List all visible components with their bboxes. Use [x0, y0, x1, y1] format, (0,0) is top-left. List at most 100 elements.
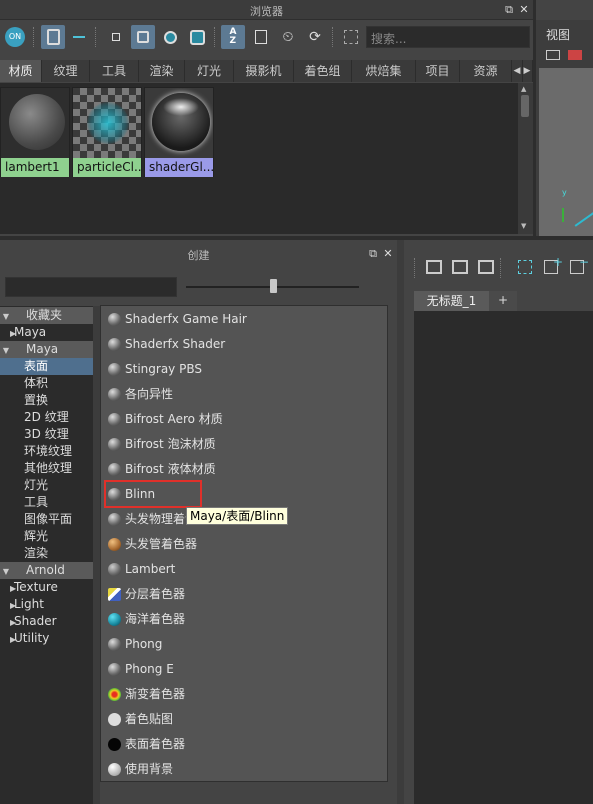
- add-tab-button[interactable]: +: [489, 291, 517, 311]
- swatch-label: lambert1: [1, 158, 69, 177]
- category-3d-textures[interactable]: 3D 纹理: [0, 426, 93, 443]
- swatch-shaderglow[interactable]: shaderGl...: [144, 87, 214, 177]
- node-phong[interactable]: Phong: [101, 632, 387, 657]
- tree-splitter[interactable]: [93, 306, 100, 804]
- medium-swatch-icon[interactable]: [131, 25, 155, 49]
- tab-bake-sets[interactable]: 烘焙集: [352, 60, 416, 82]
- remove-selected-icon[interactable]: −: [570, 255, 589, 274]
- node-shaderfx-game-hair[interactable]: Shaderfx Game Hair: [101, 307, 387, 332]
- io-connections-icon[interactable]: [452, 260, 468, 274]
- float-icon[interactable]: ⧉: [367, 248, 379, 260]
- category-favorites[interactable]: ▼ 收藏夹: [0, 307, 93, 324]
- reverse-order-icon[interactable]: ⟳: [303, 25, 327, 49]
- camera-icon[interactable]: [546, 50, 560, 60]
- close-icon[interactable]: ✕: [382, 248, 394, 260]
- tab-textures[interactable]: 纹理: [42, 60, 90, 82]
- category-arnold-texture[interactable]: ▶Texture: [0, 579, 93, 596]
- toggle-on-icon[interactable]: ON: [3, 25, 27, 49]
- category-arnold-shader[interactable]: ▶Shader: [0, 613, 93, 630]
- expand-triangle-icon: ▶: [10, 635, 17, 644]
- frame-icon[interactable]: [339, 25, 363, 49]
- viewport-canvas[interactable]: y: [539, 68, 593, 236]
- tab-cameras[interactable]: 摄影机: [234, 60, 294, 82]
- tab-scroll-right-icon[interactable]: ▶: [522, 60, 533, 82]
- node-surface-shader[interactable]: 表面着色器: [101, 732, 387, 757]
- category-env-textures[interactable]: 环境纹理: [0, 443, 93, 460]
- node-stingray-pbs[interactable]: Stingray PBS: [101, 357, 387, 382]
- tab-materials[interactable]: 材质: [0, 60, 42, 82]
- sort-by-name-icon[interactable]: AZ: [221, 25, 245, 49]
- bookmark-icon[interactable]: [568, 50, 582, 60]
- category-rendering[interactable]: 渲染: [0, 545, 93, 562]
- swatch-image: [73, 88, 141, 158]
- category-surface[interactable]: 表面: [0, 358, 93, 375]
- category-arnold[interactable]: ▼ Arnold: [0, 562, 93, 579]
- node-ocean[interactable]: 海洋着色器: [101, 607, 387, 632]
- create-titlebar: 创建 ⧉ ✕: [0, 244, 397, 264]
- tab-shading-groups[interactable]: 着色组: [294, 60, 352, 82]
- category-maya[interactable]: ▼ Maya: [0, 341, 93, 358]
- node-list-footer: [100, 782, 388, 804]
- category-image-planes[interactable]: 图像平面: [0, 511, 93, 528]
- category-arnold-utility[interactable]: ▶Utility: [0, 630, 93, 647]
- close-icon[interactable]: ✕: [518, 4, 530, 16]
- tab-utilities[interactable]: 工具: [90, 60, 139, 82]
- category-utilities[interactable]: 工具: [0, 494, 93, 511]
- node-anisotropic[interactable]: 各向异性: [101, 382, 387, 407]
- sort-by-type-icon[interactable]: [249, 25, 273, 49]
- vertical-splitter[interactable]: [397, 240, 404, 804]
- float-icon[interactable]: ⧉: [503, 4, 515, 16]
- tab-assets[interactable]: 资源: [460, 60, 512, 82]
- category-displacement[interactable]: 置换: [0, 392, 93, 409]
- swatch-lambert1[interactable]: lambert1: [0, 87, 70, 177]
- view-menu[interactable]: 视图: [546, 26, 570, 43]
- node-bifrost-liquid[interactable]: Bifrost 液体材质: [101, 457, 387, 482]
- node-list: Shaderfx Game Hair Shaderfx Shader Sting…: [100, 305, 388, 782]
- axis-y-label: y: [562, 188, 567, 197]
- expand-triangle-icon: ▶: [10, 329, 17, 338]
- category-arnold-light[interactable]: ▶Light: [0, 596, 93, 613]
- node-bifrost-foam[interactable]: Bifrost 泡沫材质: [101, 432, 387, 457]
- swatch-scrollbar[interactable]: ▲ ▼: [518, 83, 533, 234]
- node-hair-tube[interactable]: 头发管着色器: [101, 532, 387, 557]
- list-view-icon[interactable]: [67, 25, 91, 49]
- collapse-triangle-icon: ▼: [2, 567, 10, 576]
- node-bifrost-aero[interactable]: Bifrost Aero 材质: [101, 407, 387, 432]
- filter-input[interactable]: [5, 277, 177, 297]
- category-2d-textures[interactable]: 2D 纹理: [0, 409, 93, 426]
- search-input[interactable]: 搜索...: [366, 26, 530, 48]
- swatch-particlecloud[interactable]: particleCl...: [72, 87, 142, 177]
- tab-untitled[interactable]: 无标题_1: [414, 291, 489, 311]
- ocean-icon: [108, 613, 121, 626]
- output-connections-icon[interactable]: [478, 260, 494, 274]
- input-connections-icon[interactable]: [426, 260, 442, 274]
- icon-view-icon[interactable]: [41, 25, 65, 49]
- tab-projects[interactable]: 项目: [416, 60, 460, 82]
- category-volume[interactable]: 体积: [0, 375, 93, 392]
- add-selected-icon[interactable]: +: [544, 255, 563, 274]
- tab-rendering[interactable]: 渲染: [139, 60, 185, 82]
- category-lights[interactable]: 灯光: [0, 477, 93, 494]
- tab-lights[interactable]: 灯光: [185, 60, 234, 82]
- node-shaderfx-shader[interactable]: Shaderfx Shader: [101, 332, 387, 357]
- large-swatch-icon[interactable]: [158, 25, 182, 49]
- category-maya-favorites[interactable]: ▶Maya: [0, 324, 93, 341]
- blinn-highlight-box: [104, 480, 202, 508]
- slider-handle[interactable]: [270, 279, 277, 293]
- category-glow[interactable]: 辉光: [0, 528, 93, 545]
- toolbar-separator: [95, 27, 97, 47]
- horizontal-divider: [0, 236, 593, 240]
- category-other-textures[interactable]: 其他纹理: [0, 460, 93, 477]
- node-layered[interactable]: 分层着色器: [101, 582, 387, 607]
- node-shading-map[interactable]: 着色贴图: [101, 707, 387, 732]
- select-graph-icon[interactable]: [518, 260, 532, 274]
- sort-by-time-icon[interactable]: ⏲: [276, 25, 300, 49]
- small-swatch-icon[interactable]: [104, 25, 128, 49]
- node-editor-canvas[interactable]: [414, 311, 593, 804]
- grey-sphere-icon: [108, 388, 121, 401]
- node-use-background[interactable]: 使用背景: [101, 757, 387, 782]
- node-ramp-shader[interactable]: 渐变着色器: [101, 682, 387, 707]
- xlarge-swatch-icon[interactable]: [185, 25, 209, 49]
- node-phong-e[interactable]: Phong E: [101, 657, 387, 682]
- node-lambert[interactable]: Lambert: [101, 557, 387, 582]
